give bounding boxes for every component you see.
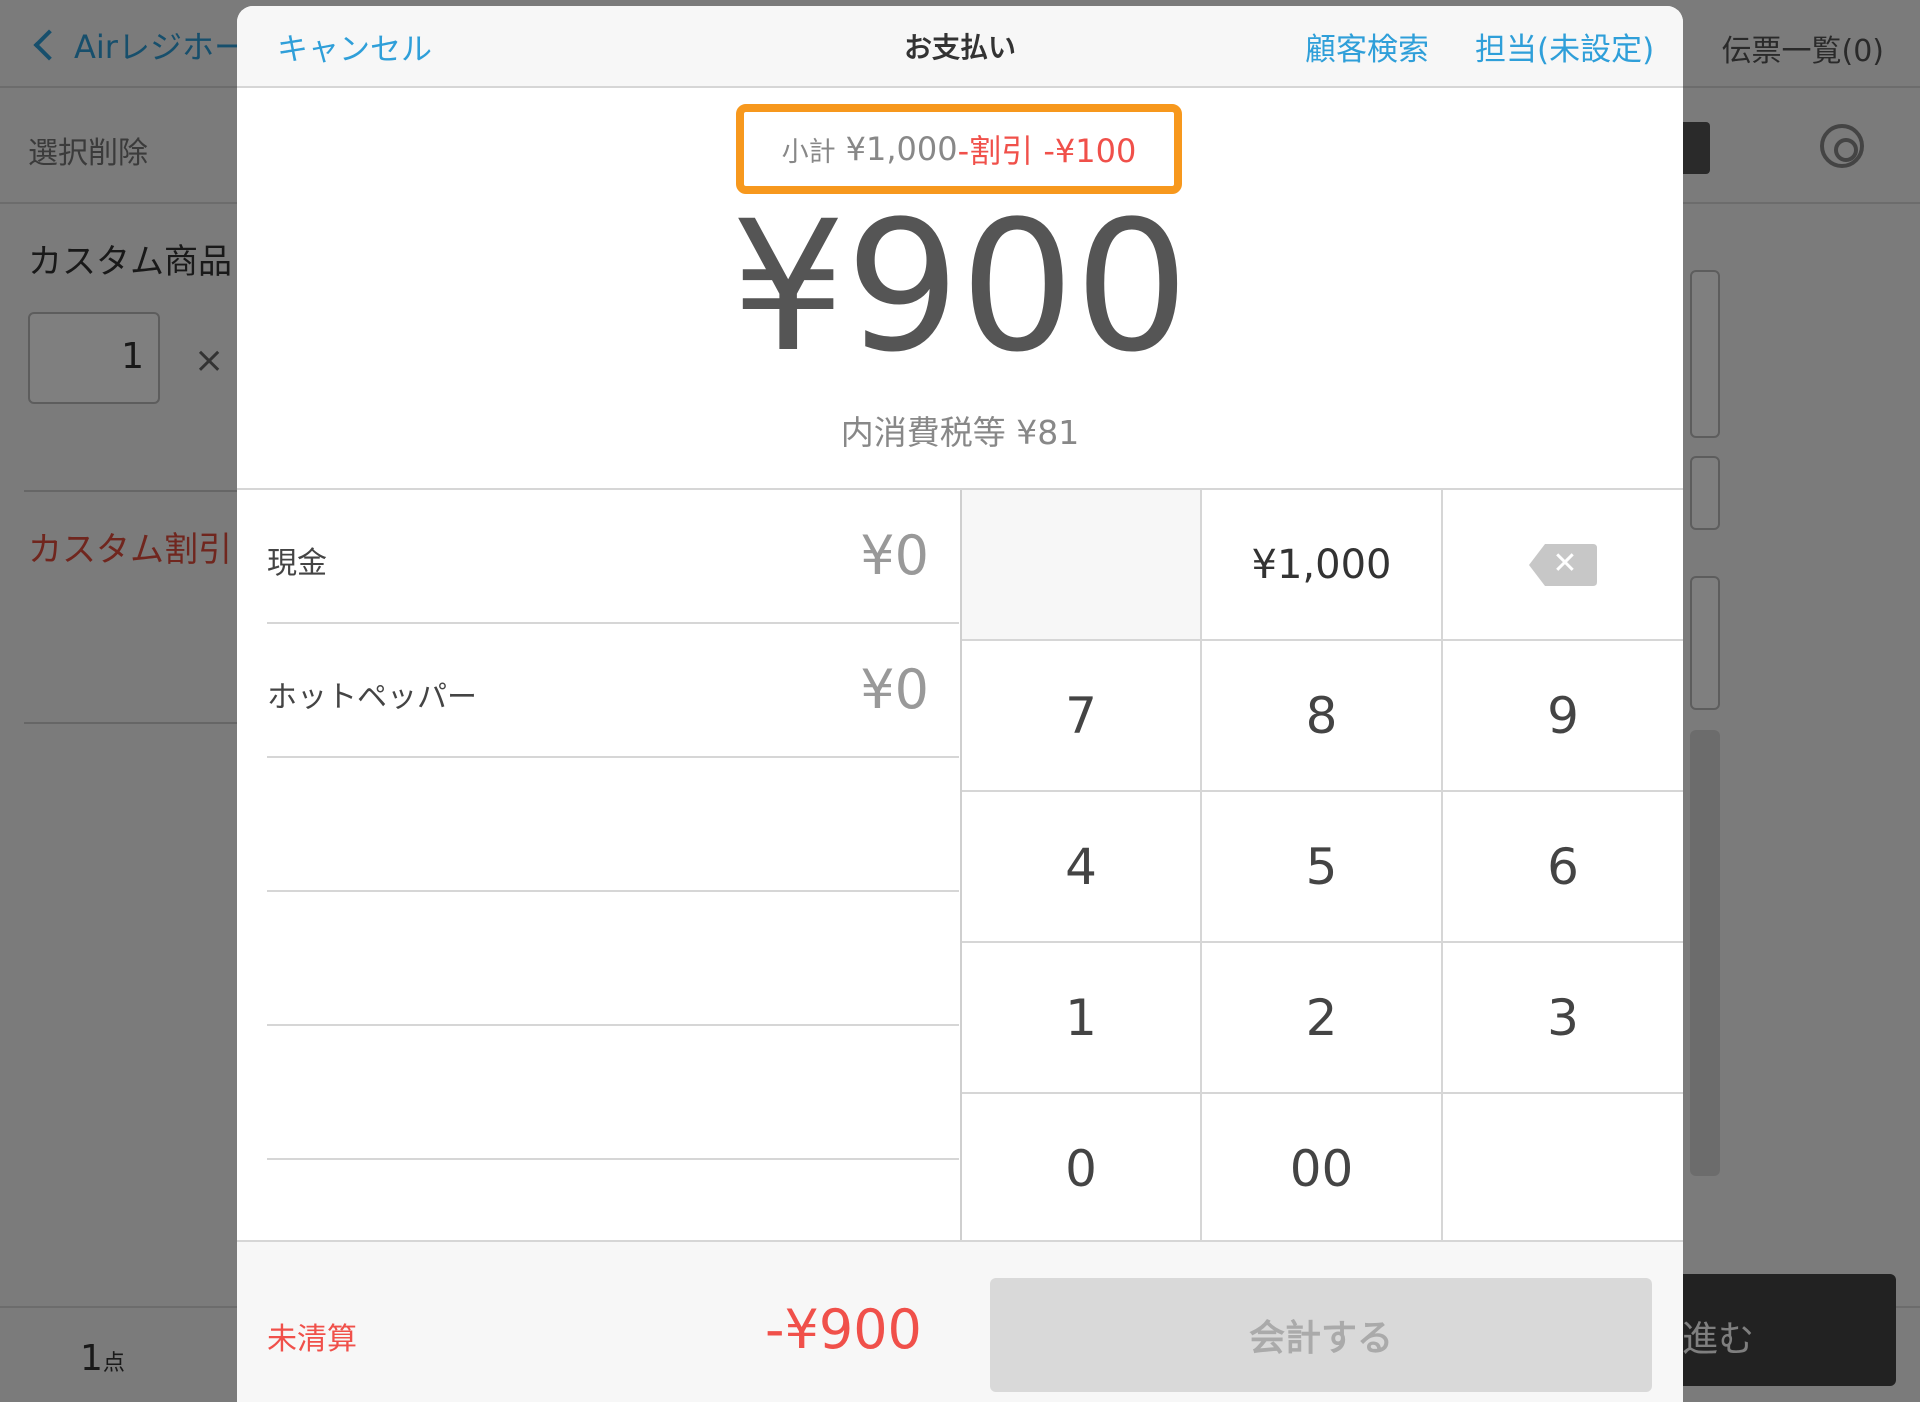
total-amount: ¥900 [730,183,1190,392]
payment-method-label: ホットペッパー [267,680,477,715]
numeric-keypad: ¥1,000 ✕ 7 8 9 4 5 6 1 2 3 0 00 [962,490,1683,1246]
unsettled-amount: -¥900 [765,1298,922,1361]
keypad-9[interactable]: 9 [1443,641,1683,792]
checkout-button[interactable]: 会計する [990,1278,1652,1392]
cancel-button[interactable]: キャンセル [277,24,432,69]
customer-search-button[interactable]: 顧客検索 [1305,24,1429,69]
payment-amount: ¥0 [860,658,929,721]
keypad-0[interactable]: 0 [962,1094,1202,1245]
backspace-icon: ✕ [1527,542,1599,588]
modal-footer: 未清算 -¥900 会計する [237,1240,1683,1402]
unsettled-label: 未清算 [267,1322,357,1357]
keypad-3[interactable]: 3 [1443,943,1683,1094]
payment-row-hotpepper[interactable]: ホットペッパー ¥0 [267,624,959,758]
keypad-amount-1000[interactable]: ¥1,000 [1202,490,1443,641]
tax-amount: 内消費税等 ¥81 [840,413,1080,452]
modal-header: キャンセル お支払い 顧客検索 担当(未設定) [237,6,1683,88]
keypad-00[interactable]: 00 [1202,1094,1443,1245]
payment-method-label: 現金 [267,546,327,581]
keypad-2[interactable]: 2 [1202,943,1443,1094]
keypad-blank [1443,1094,1683,1245]
modal-title: お支払い [903,31,1016,64]
keypad-7[interactable]: 7 [962,641,1202,792]
keypad-6[interactable]: 6 [1443,792,1683,943]
staff-select-button[interactable]: 担当(未設定) [1475,24,1654,69]
subtotal-label: 小計 [781,136,836,168]
keypad-backspace[interactable]: ✕ [1443,490,1683,641]
payment-row-empty [267,892,959,1026]
payment-row-empty [267,1026,959,1160]
discount-value: -割引 -¥100 [957,132,1137,170]
subtotal-value: ¥1,000 [845,130,958,168]
keypad-1[interactable]: 1 [962,943,1202,1094]
keypad-blank [962,490,1202,641]
payment-method-list: 現金 ¥0 ホットペッパー ¥0 [267,490,959,1160]
payment-row-empty [267,758,959,892]
keypad-8[interactable]: 8 [1202,641,1443,792]
payment-modal: キャンセル お支払い 顧客検索 担当(未設定) 小計 ¥1,000 -割引 -¥… [237,6,1683,1402]
keypad-4[interactable]: 4 [962,792,1202,943]
subtotal-highlight: 小計 ¥1,000 -割引 -¥100 [736,104,1182,194]
keypad-5[interactable]: 5 [1202,792,1443,943]
payment-amount: ¥0 [860,524,929,587]
payment-row-cash[interactable]: 現金 ¥0 [267,490,959,624]
